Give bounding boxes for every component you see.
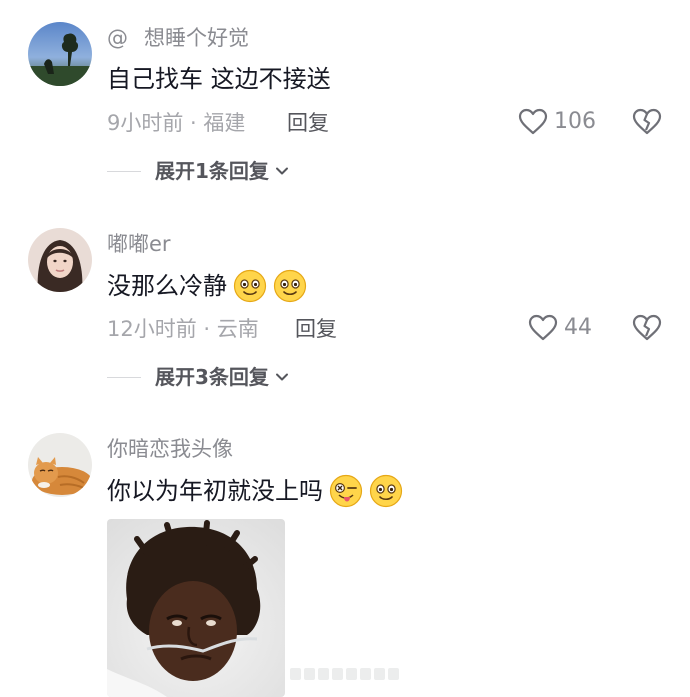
- chevron-down-icon: [275, 167, 288, 175]
- comment-image[interactable]: [107, 519, 285, 697]
- broken-heart-icon: [632, 108, 662, 135]
- expand-replies-label: 展开3条回复: [155, 365, 269, 389]
- divider-line: [107, 170, 141, 172]
- expand-replies-label: 展开1条回复: [155, 159, 269, 183]
- comment-meta: 12小时前 · 云南: [107, 317, 259, 341]
- comment-text-content: 没那么冷静: [107, 272, 227, 300]
- broken-heart-icon: [632, 314, 662, 341]
- username[interactable]: 你暗恋我头像: [107, 436, 233, 462]
- comment-text: 没那么冷静: [107, 269, 307, 303]
- username-text: 想睡个好觉: [144, 26, 249, 50]
- username[interactable]: 嘟嘟er: [107, 231, 171, 257]
- mention-prefix: @: [107, 26, 128, 50]
- dislike-button[interactable]: [632, 108, 662, 136]
- avatar[interactable]: [28, 433, 92, 497]
- avatar[interactable]: [28, 22, 92, 86]
- reply-button[interactable]: 回复: [287, 110, 329, 136]
- like-count: 44: [564, 315, 592, 340]
- comment-text-content: 自己找车 这边不接送: [107, 65, 331, 93]
- placeholder-dots: [290, 668, 402, 682]
- smile-emoji-icon: [369, 474, 403, 508]
- like-button[interactable]: 44: [528, 314, 592, 342]
- avatar[interactable]: [28, 228, 92, 292]
- heart-icon: [518, 108, 548, 135]
- dislike-button[interactable]: [632, 314, 662, 342]
- smile-emoji-icon: [273, 269, 307, 303]
- username[interactable]: @ 想睡个好觉: [107, 25, 249, 51]
- comment-text: 自己找车 这边不接送: [107, 63, 331, 95]
- tongue-out-emoji-icon: [329, 474, 363, 508]
- reply-button[interactable]: 回复: [295, 316, 337, 342]
- comment-text-content: 你以为年初就没上吗: [107, 477, 323, 505]
- smile-emoji-icon: [233, 269, 267, 303]
- divider-line: [107, 376, 141, 378]
- like-count: 106: [554, 109, 596, 134]
- chevron-down-icon: [275, 373, 288, 381]
- comment-text: 你以为年初就没上吗: [107, 474, 403, 508]
- like-button[interactable]: 106: [518, 108, 596, 136]
- heart-icon: [528, 314, 558, 341]
- comment-meta: 9小时前 · 福建: [107, 111, 246, 135]
- expand-replies-button[interactable]: 展开1条回复: [107, 158, 289, 184]
- expand-replies-button[interactable]: 展开3条回复: [107, 364, 289, 390]
